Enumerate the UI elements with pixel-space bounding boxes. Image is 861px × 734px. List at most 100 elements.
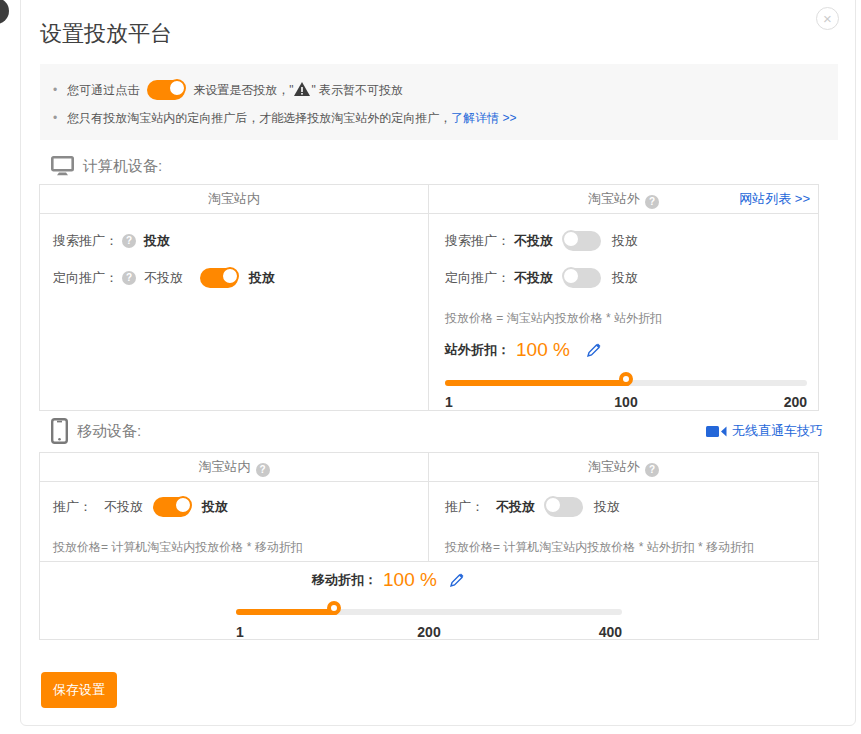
- mobile-table-body: 推广： 不投放 投放 投放价格= 计算机淘宝站内投放价格 * 移动折扣 推广： …: [40, 482, 818, 561]
- mobile-section-header: 移动设备: 无线直通车技巧: [51, 418, 823, 444]
- row-label: 定向推广：: [445, 269, 510, 287]
- search-promo-row: 搜索推广： 不投放 投放: [445, 227, 807, 255]
- notice-line-1: • 您可通过点击 来设置是否投放，" " 表示暂不可投放: [53, 76, 820, 104]
- edit-icon[interactable]: [586, 343, 601, 358]
- state-on: 投放: [612, 232, 638, 250]
- state-on: 投放: [144, 232, 170, 250]
- notice-text: 来设置是否投放，": [193, 82, 293, 99]
- mobile-onsite-toggle[interactable]: [153, 497, 191, 517]
- computer-section-header: 计算机设备:: [51, 156, 823, 176]
- help-icon[interactable]: ?: [645, 463, 659, 477]
- offsite-discount-slider: [445, 380, 807, 386]
- header-label: 淘宝站内: [208, 191, 260, 206]
- bullet-icon: •: [53, 83, 57, 97]
- discount-value: 100 %: [383, 569, 437, 591]
- toggle-knob: [221, 267, 239, 285]
- slider-labels: 1 100 200: [445, 394, 807, 410]
- toggle-knob: [562, 267, 580, 285]
- header-taobao-offsite: 淘宝站外?: [429, 453, 818, 481]
- state-on: 投放: [612, 269, 638, 287]
- help-icon[interactable]: ?: [256, 463, 270, 477]
- wireless-tips-link[interactable]: 无线直通车技巧: [706, 422, 823, 440]
- state-off: 不投放: [144, 269, 183, 287]
- targeted-offsite-toggle[interactable]: [563, 268, 601, 288]
- mobile-offsite-formula: 投放价格= 计算机淘宝站内投放价格 * 站外折扣 * 移动折扣: [445, 539, 807, 556]
- mobile-offsite-toggle[interactable]: [545, 497, 583, 517]
- state-on: 投放: [594, 498, 620, 516]
- slider-handle[interactable]: [327, 601, 341, 615]
- slider-fill: [236, 609, 338, 615]
- edit-icon[interactable]: [449, 573, 464, 588]
- help-icon[interactable]: ?: [122, 271, 136, 285]
- notice-text: " 表示暂不可投放: [311, 82, 403, 99]
- wireless-tips-label: 无线直通车技巧: [732, 422, 823, 440]
- row-label: 定向推广：: [53, 269, 118, 287]
- state-off: 不投放: [496, 498, 535, 516]
- notice-text: 您只有投放淘宝站内的定向推广后，才能选择投放淘宝站外的定向推广，: [67, 110, 451, 127]
- computer-icon: [51, 156, 74, 176]
- slider-max: 200: [784, 394, 807, 410]
- header-label: 淘宝站内: [199, 459, 251, 474]
- site-list-link[interactable]: 网站列表 >>: [739, 185, 810, 213]
- help-icon[interactable]: ?: [122, 234, 136, 248]
- notice-line-2: • 您只有投放淘宝站内的定向推广后，才能选择投放淘宝站外的定向推广， 了解详情 …: [53, 104, 820, 132]
- computer-section-label: 计算机设备:: [83, 157, 162, 176]
- dialog-title: 设置投放平台: [40, 22, 855, 46]
- save-settings-button[interactable]: 保存设置: [41, 672, 117, 708]
- slider-mid: 200: [417, 624, 440, 640]
- targeted-promo-row: 定向推广： 不投放 投放: [445, 264, 807, 292]
- bullet-icon: •: [53, 111, 57, 125]
- notice-text: 您可通过点击: [67, 82, 139, 99]
- discount-label: 站外折扣：: [445, 341, 510, 359]
- mobile-icon: [51, 418, 68, 444]
- computer-onsite-cell: 搜索推广： ? 投放 定向推广： ? 不投放 投放: [40, 214, 429, 411]
- row-label: 推广：: [53, 498, 92, 516]
- learn-more-link[interactable]: 了解详情 >>: [451, 110, 516, 127]
- notice-box: • 您可通过点击 来设置是否投放，" " 表示暂不可投放 • 您只有投放淘宝站内…: [40, 64, 838, 140]
- toggle-knob: [168, 79, 186, 97]
- computer-table: 淘宝站内 淘宝站外? 网站列表 >> 搜索推广： ? 投放 定向推广： ? 不投…: [39, 184, 819, 411]
- state-off: 不投放: [514, 269, 553, 287]
- row-label: 搜索推广：: [53, 232, 118, 250]
- mobile-table-header: 淘宝站内? 淘宝站外?: [40, 453, 818, 482]
- close-icon[interactable]: ×: [816, 7, 839, 30]
- mobile-onsite-formula: 投放价格= 计算机淘宝站内投放价格 * 移动折扣: [53, 539, 416, 556]
- mobile-section-label: 移动设备:: [77, 422, 141, 441]
- computer-table-header: 淘宝站内 淘宝站外? 网站列表 >>: [40, 185, 818, 214]
- offsite-discount-line: 站外折扣： 100 %: [445, 339, 807, 361]
- offsite-price-formula: 投放价格 = 淘宝站内投放价格 * 站外折扣: [445, 310, 807, 327]
- targeted-promo-row: 定向推广： ? 不投放 投放: [53, 264, 416, 292]
- header-taobao-onsite: 淘宝站内?: [40, 453, 429, 481]
- computer-offsite-cell: 搜索推广： 不投放 投放 定向推广： 不投放 投放 投放价格 = 淘宝站内投放价…: [429, 214, 818, 411]
- mobile-discount-line: 移动折扣： 100 %: [40, 569, 818, 591]
- search-offsite-toggle[interactable]: [563, 231, 601, 251]
- slider-mid: 100: [614, 394, 637, 410]
- toggle-knob: [562, 230, 580, 248]
- promo-row: 推广： 不投放 投放: [445, 493, 807, 521]
- discount-label: 移动折扣：: [312, 571, 377, 589]
- slider-min: 1: [445, 394, 453, 410]
- state-off: 不投放: [514, 232, 553, 250]
- computer-table-body: 搜索推广： ? 投放 定向推广： ? 不投放 投放 搜索推广： 不投放 投放: [40, 214, 818, 411]
- close-glyph: ×: [823, 10, 832, 27]
- set-platform-dialog: 设置投放平台 × • 您可通过点击 来设置是否投放，" " 表示暂不可投放 • …: [20, 0, 856, 726]
- mobile-discount-row: 移动折扣： 100 % 1 200 400: [40, 561, 818, 640]
- targeted-onsite-toggle[interactable]: [200, 268, 238, 288]
- slider-handle[interactable]: [619, 372, 633, 386]
- help-icon[interactable]: ?: [645, 195, 659, 209]
- header-label: 淘宝站外: [588, 459, 640, 474]
- state-on: 投放: [202, 498, 228, 516]
- state-on: 投放: [249, 269, 275, 287]
- header-taobao-offsite: 淘宝站外? 网站列表 >>: [429, 185, 818, 213]
- promo-row: 推广： 不投放 投放: [53, 493, 416, 521]
- mobile-onsite-cell: 推广： 不投放 投放 投放价格= 计算机淘宝站内投放价格 * 移动折扣: [40, 482, 429, 561]
- slider-fill: [445, 380, 630, 386]
- example-toggle: [147, 80, 185, 100]
- toggle-knob: [544, 496, 562, 514]
- discount-value: 100 %: [516, 339, 570, 361]
- mobile-slider-wrap: 1 200 400: [236, 609, 622, 640]
- state-off: 不投放: [104, 498, 143, 516]
- header-taobao-onsite: 淘宝站内: [40, 185, 429, 213]
- row-label: 推广：: [445, 498, 484, 516]
- slider-min: 1: [236, 624, 244, 640]
